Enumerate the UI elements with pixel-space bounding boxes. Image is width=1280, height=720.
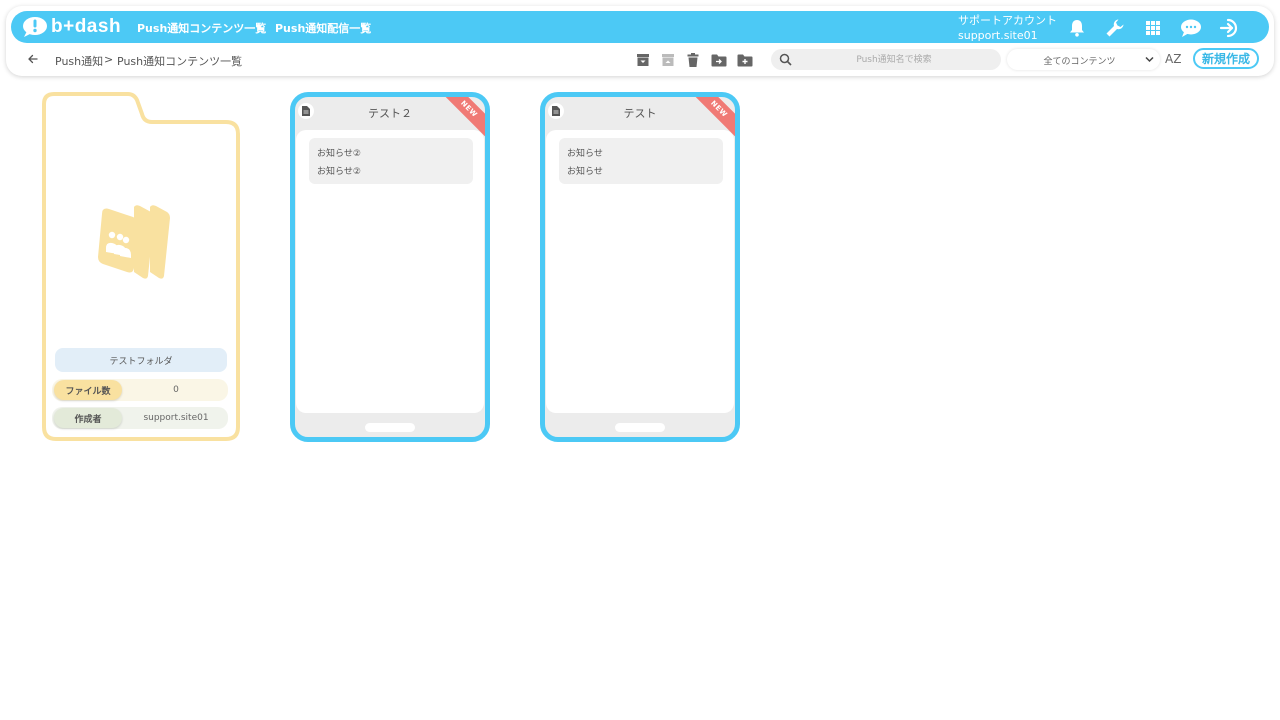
trash-icon[interactable] xyxy=(684,51,702,69)
bell-icon[interactable] xyxy=(1065,16,1089,40)
search-box xyxy=(771,49,1001,70)
sort-az-button[interactable]: AZ xyxy=(1165,52,1181,66)
notification-preview: お知らせ② お知らせ② xyxy=(309,138,473,184)
move-folder-icon[interactable] xyxy=(710,51,728,69)
content-filter-select[interactable]: 全てのコンテンツ xyxy=(1007,49,1160,70)
preview-body: お知らせ xyxy=(567,167,603,177)
folder-file-count-row: ファイル数 0 xyxy=(52,379,228,401)
account-info[interactable]: サポートアカウント support.site01 xyxy=(958,13,1057,43)
unarchive-icon[interactable] xyxy=(659,51,677,69)
arrow-left-icon xyxy=(28,54,38,64)
file-count-value: 0 xyxy=(173,385,179,395)
folder-group-icon xyxy=(98,205,170,279)
preview-title: お知らせ xyxy=(567,149,603,159)
filter-value: 全てのコンテンツ xyxy=(1043,57,1116,67)
logout-icon[interactable] xyxy=(1218,16,1242,40)
file-count-label: ファイル数 xyxy=(54,380,122,400)
phone-home-bar xyxy=(615,423,665,432)
folder-creator-row: 作成者 support.site01 xyxy=(52,407,228,429)
account-name: サポートアカウント xyxy=(958,14,1057,27)
sort-az-icon: AZ xyxy=(1165,52,1182,66)
new-folder-icon[interactable] xyxy=(736,51,754,69)
content-card[interactable]: テスト NEW お知らせ お知らせ xyxy=(540,92,740,442)
account-id: support.site01 xyxy=(958,29,1038,42)
breadcrumb-current: Push通知コンテンツ一覧 xyxy=(117,55,243,68)
back-button[interactable] xyxy=(27,53,39,68)
breadcrumb-separator: > xyxy=(104,53,114,66)
phone-home-bar xyxy=(365,423,415,432)
wrench-icon[interactable] xyxy=(1103,16,1127,40)
creator-label: 作成者 xyxy=(54,408,122,428)
search-icon xyxy=(779,53,792,66)
card-screen: お知らせ お知らせ xyxy=(546,130,734,413)
nav-push-delivery-list[interactable]: Push通知配信一覧 xyxy=(275,20,371,36)
create-new-button[interactable]: 新規作成 xyxy=(1193,48,1259,69)
content-card[interactable]: テスト２ NEW お知らせ② お知らせ② xyxy=(290,92,490,442)
preview-body: お知らせ② xyxy=(317,167,361,177)
notification-preview: お知らせ お知らせ xyxy=(559,138,723,184)
search-input[interactable] xyxy=(799,49,989,70)
logo-bubble-icon xyxy=(23,17,47,37)
chevron-down-icon xyxy=(1145,56,1154,63)
logo[interactable]: b+dash xyxy=(22,15,121,39)
folder-name: テストフォルダ xyxy=(55,348,227,372)
nav-push-content-list[interactable]: Push通知コンテンツ一覧 xyxy=(137,20,266,36)
breadcrumb-push[interactable]: Push通知 xyxy=(55,53,103,69)
archive-icon[interactable] xyxy=(634,51,652,69)
logo-text: b+dash xyxy=(51,16,122,37)
creator-value: support.site01 xyxy=(143,413,209,423)
grid-icon[interactable] xyxy=(1141,16,1165,40)
chat-bubble-icon[interactable] xyxy=(1179,16,1203,40)
card-screen: お知らせ② お知らせ② xyxy=(296,130,484,413)
preview-title: お知らせ② xyxy=(317,149,361,159)
